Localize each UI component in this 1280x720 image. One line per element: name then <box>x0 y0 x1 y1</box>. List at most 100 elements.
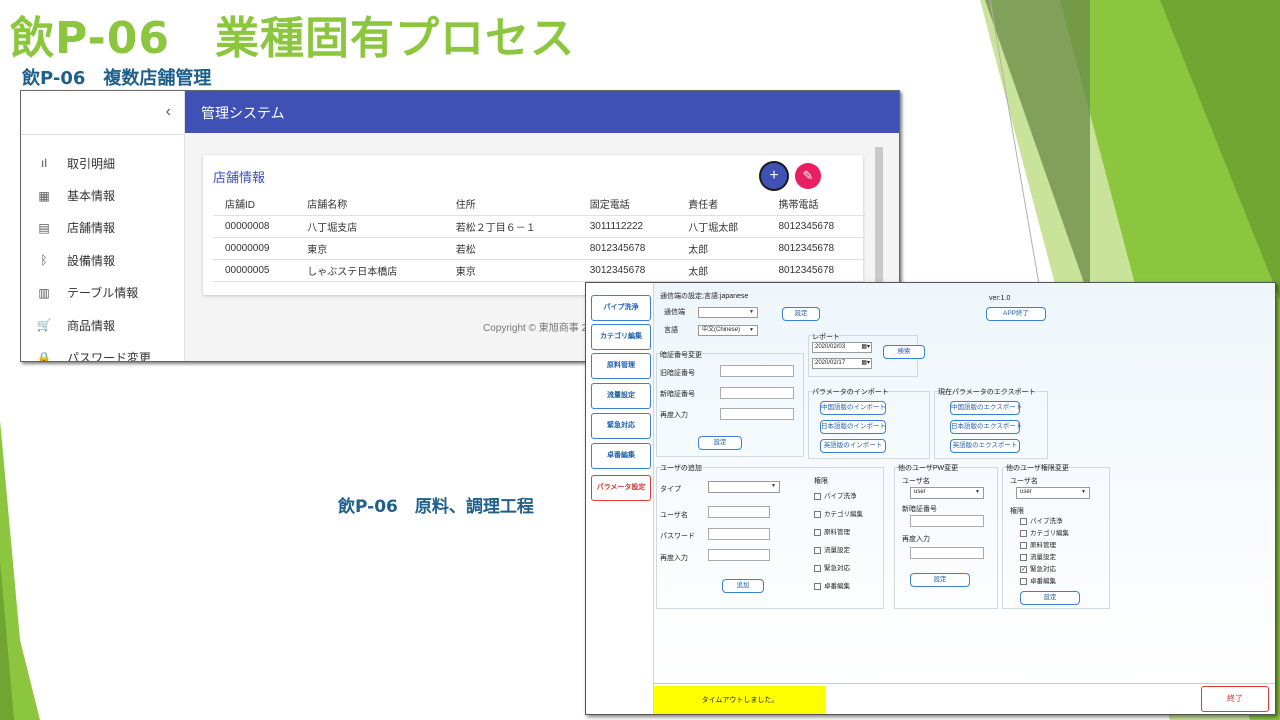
comm-settings-label: 通信端の設定;言語:japanese <box>660 293 749 300</box>
building-icon: ▦ <box>38 188 50 203</box>
table-row[interactable]: 00000008 八丁堀支店 若松２丁目６－１ 3011112222 八丁堀太郎 8012… <box>213 215 865 238</box>
permission-label: 流量設定 <box>1030 554 1056 561</box>
calendar-icon[interactable]: ▦▾ <box>861 343 870 352</box>
checkbox-icon[interactable] <box>814 528 821 536</box>
new-password-input[interactable] <box>720 387 794 399</box>
import-japanese-button[interactable]: 日本語版のインポート <box>820 420 886 434</box>
other-pw-user-select[interactable]: user <box>910 487 984 499</box>
other-perm-set-button[interactable]: 設定 <box>1020 591 1080 605</box>
other-pw-set-button[interactable]: 設定 <box>910 573 970 587</box>
checkbox-icon[interactable] <box>1020 529 1027 537</box>
table-cell: 若松 <box>443 237 578 260</box>
permission-checkbox[interactable]: 緊急対応 <box>814 562 850 572</box>
sidebar-item[interactable]: ᛒ 設備情報 <box>21 244 185 276</box>
checkbox-icon[interactable] <box>814 564 821 572</box>
reenter-input[interactable] <box>708 549 770 561</box>
reenter-password-input[interactable] <box>720 408 794 420</box>
other-perm-user-select[interactable]: user <box>1016 487 1090 499</box>
old-password-input[interactable] <box>720 365 794 377</box>
edit-store-button[interactable]: ✎ <box>795 163 821 189</box>
store-icon: ▤ <box>38 220 50 235</box>
function-button[interactable]: 緊急対応 <box>591 413 651 439</box>
sidebar-item[interactable]: 🛒 商品情報 <box>21 309 185 341</box>
function-button[interactable]: 流量設定 <box>591 383 651 409</box>
other-permission-checkbox[interactable]: 流量設定 <box>1020 551 1056 561</box>
sidebar-item[interactable]: 🔒 パスワード変更 <box>21 341 185 362</box>
checkbox-icon[interactable] <box>1020 553 1027 561</box>
sidebar-item[interactable]: ▤ 店舗情報 <box>21 212 185 244</box>
other-permission-checkbox[interactable]: 卓番編集 <box>1020 575 1056 585</box>
password-set-button[interactable]: 設定 <box>698 436 742 450</box>
other-permission-checkbox[interactable]: パイプ洗浄 <box>1020 515 1063 525</box>
sidebar-collapse-button[interactable]: ‹ <box>21 91 185 135</box>
username-input[interactable] <box>708 506 770 518</box>
permission-checkbox[interactable]: 卓番編集 <box>814 580 850 590</box>
search-button[interactable]: 検索 <box>883 345 925 359</box>
permission-checkbox[interactable]: 原料管理 <box>814 526 850 536</box>
function-button[interactable]: 卓番編集 <box>591 443 651 469</box>
add-store-button[interactable]: + <box>761 163 787 189</box>
permission-checkbox[interactable]: パイプ洗浄 <box>814 490 857 500</box>
function-button[interactable]: パイプ洗浄 <box>591 295 651 321</box>
other-permission-checkbox[interactable]: カテゴリ編集 <box>1020 527 1069 537</box>
function-button[interactable]: 原料管理 <box>591 353 651 379</box>
language-select[interactable]: 中文(Chinese) <box>698 325 758 336</box>
comm-set-button[interactable]: 設定 <box>782 307 820 321</box>
reenter-label: 再度入力 <box>660 555 688 562</box>
checkbox-icon[interactable] <box>814 510 821 518</box>
date-from-input[interactable]: 2020/02/03 ▦▾ <box>812 342 872 353</box>
permission-checkbox[interactable]: 流量設定 <box>814 544 850 554</box>
other-pw-new-input[interactable] <box>910 515 984 527</box>
other-pw-reenter-input[interactable] <box>910 547 984 559</box>
checked-checkbox-icon[interactable]: ✓ <box>1020 565 1027 573</box>
chevron-left-icon[interactable]: ‹ <box>166 103 171 121</box>
table-cell: 東京 <box>443 259 578 282</box>
export-japanese-button[interactable]: 日本語版のエクスポート <box>950 420 1022 434</box>
table-row[interactable]: 00000005 しゃぶステ日本橋店 東京 3012345678 太郎 801234567… <box>213 259 865 282</box>
column-header: 携帯電話 <box>766 193 865 216</box>
password-input[interactable] <box>708 528 770 540</box>
table-cell: 太郎 <box>676 259 767 282</box>
permission-label: カテゴリ編集 <box>824 511 863 518</box>
function-button[interactable]: パラメータ設定 <box>591 475 651 501</box>
date-to-input[interactable]: 2020/02/17 ▦▾ <box>812 358 872 369</box>
checkbox-icon[interactable] <box>814 546 821 554</box>
permission-label: 原料管理 <box>824 529 850 536</box>
app-exit-button[interactable]: APP終了 <box>986 307 1046 321</box>
sidebar-item[interactable]: ıl 取引明細 <box>21 147 185 179</box>
checkbox-icon[interactable] <box>814 582 821 590</box>
permission-checkbox[interactable]: カテゴリ編集 <box>814 508 863 518</box>
checkbox-icon[interactable] <box>1020 577 1027 585</box>
column-header: 店舗ID <box>213 193 296 216</box>
checkbox-icon[interactable] <box>1020 517 1027 525</box>
permissions-label: 権限 <box>814 478 828 485</box>
type-select[interactable] <box>708 481 780 493</box>
column-header: 住所 <box>443 193 578 216</box>
reenter-password-label: 再度入力 <box>660 412 688 419</box>
status-message: タイムアウトしました。 <box>654 686 826 714</box>
export-english-button[interactable]: 英語版のエクスポート <box>950 439 1020 453</box>
function-button[interactable]: カテゴリ編集 <box>591 324 651 350</box>
add-user-button[interactable]: 追加 <box>722 579 764 593</box>
export-chinese-button[interactable]: 中国語版のエクスポート <box>950 401 1022 415</box>
scrollbar[interactable] <box>875 147 883 287</box>
sidebar-item-label: パスワード変更 <box>67 351 152 362</box>
new-password-label: 新暗証番号 <box>660 391 695 398</box>
checkbox-icon[interactable] <box>1020 541 1027 549</box>
import-chinese-button[interactable]: 中国語版のインポート <box>820 401 886 415</box>
calendar-icon[interactable]: ▦▾ <box>861 359 870 368</box>
other-permission-checkbox[interactable]: ✓ 緊急対応 <box>1020 563 1056 573</box>
table-cell: 八丁堀支店 <box>295 215 444 238</box>
comm-port-select[interactable] <box>698 307 758 318</box>
sidebar-item-label: 取引明細 <box>67 156 116 171</box>
import-english-button[interactable]: 英語版のインポート <box>820 439 886 453</box>
checkbox-icon[interactable] <box>814 492 821 500</box>
table-row[interactable]: 00000009 東京 若松 8012345678 太郎 8012345678 <box>213 237 865 260</box>
other-user-pw-title: 他のユーザPW変更 <box>898 465 959 472</box>
exit-button[interactable]: 終了 <box>1201 686 1269 712</box>
other-pw-reenter-label: 再度入力 <box>902 536 930 543</box>
other-permission-checkbox[interactable]: 原料管理 <box>1020 539 1056 549</box>
sidebar-item[interactable]: ▦ 基本情報 <box>21 179 185 211</box>
sidebar-item-label: 基本情報 <box>67 189 116 204</box>
sidebar-item[interactable]: ▥ テーブル情報 <box>21 277 185 309</box>
